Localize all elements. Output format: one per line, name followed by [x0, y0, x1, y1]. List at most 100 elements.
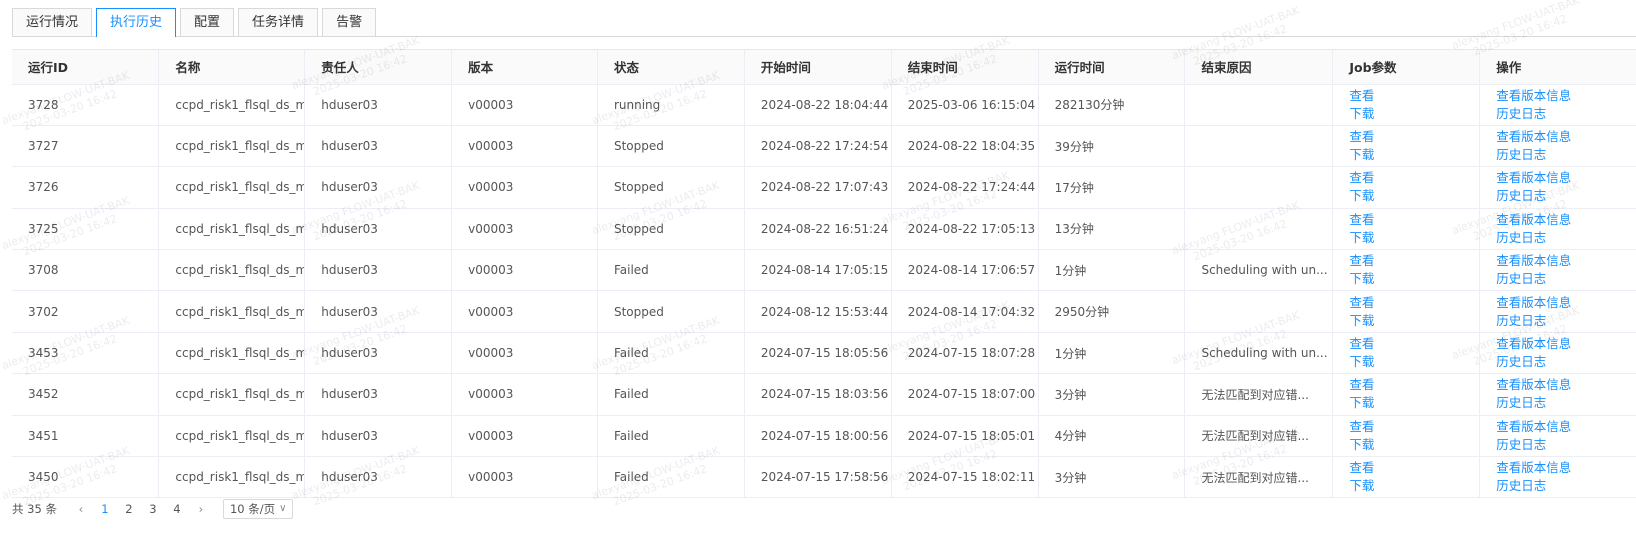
history-log-link[interactable]: 历史日志 [1496, 477, 1636, 495]
view-version-info-link[interactable]: 查看版本信息 [1496, 294, 1636, 312]
view-params-link[interactable]: 查看 [1349, 169, 1478, 187]
cell-reason: 无法匹配到对应错... [1184, 373, 1334, 416]
view-params-link[interactable]: 查看 [1349, 294, 1478, 312]
download-params-link[interactable]: 下载 [1349, 270, 1478, 288]
page-1[interactable]: 1 [93, 502, 117, 516]
cell-id: 3728 [12, 84, 160, 126]
history-log-link[interactable]: 历史日志 [1496, 146, 1636, 164]
page-size-label: 10 条/页 [229, 502, 276, 516]
cell-name: ccpd_risk1_flsql_ds_mds_afs_var_cnt [158, 125, 306, 168]
cell-status: Failed [597, 332, 745, 375]
cell-operations: 查看版本信息 历史日志 [1479, 208, 1636, 251]
cell-end: 2025-03-06 16:15:04 [891, 84, 1039, 126]
download-params-link[interactable]: 下载 [1349, 312, 1478, 330]
view-version-info-link[interactable]: 查看版本信息 [1496, 335, 1636, 353]
view-params-link[interactable]: 查看 [1349, 252, 1478, 270]
cell-start: 2024-07-15 18:03:56 [744, 373, 892, 416]
page-2[interactable]: 2 [117, 502, 141, 516]
download-params-link[interactable]: 下载 [1349, 353, 1478, 371]
cell-job-params: 查看 下载 [1332, 332, 1481, 375]
chevron-right-icon[interactable]: › [189, 502, 213, 516]
table-header-row: 运行ID 名称 责任人 版本 状态 开始时间 结束时间 运行时间 结束原因 Job参数 操作 [12, 50, 1636, 85]
tab-2[interactable]: 配置 [180, 8, 235, 36]
cell-operations: 查看版本信息 历史日志 [1479, 125, 1636, 168]
total-count: 共 35 条 [12, 502, 57, 516]
view-params-link[interactable]: 查看 [1349, 128, 1478, 146]
history-log-link[interactable]: 历史日志 [1496, 229, 1636, 247]
page-3[interactable]: 3 [141, 502, 165, 516]
view-version-info-link[interactable]: 查看版本信息 [1496, 128, 1636, 146]
cell-name: ccpd_risk1_flsql_ds_mds_afs_var_cnt [158, 332, 306, 375]
cell-job-params: 查看 下载 [1332, 373, 1481, 416]
tab-1[interactable]: 执行历史 [96, 8, 177, 37]
cell-reason: 无法匹配到对应错... [1184, 456, 1334, 499]
cell-status: running [597, 84, 745, 126]
download-params-link[interactable]: 下载 [1349, 477, 1478, 495]
view-version-info-link[interactable]: 查看版本信息 [1496, 211, 1636, 229]
page-size-select[interactable]: 10 条/页 ∨ [222, 499, 294, 519]
download-params-link[interactable]: 下载 [1349, 394, 1478, 412]
cell-job-params: 查看 下载 [1332, 166, 1481, 209]
download-params-link[interactable]: 下载 [1349, 229, 1478, 247]
history-log-link[interactable]: 历史日志 [1496, 312, 1636, 330]
cell-end: 2024-08-14 17:06:57 [891, 249, 1039, 292]
tab-4[interactable]: 告警 [322, 8, 377, 36]
cell-owner: hduser03 [304, 456, 453, 499]
table-row: 3452ccpd_risk1_flsql_ds_mds_afs_var_cnth… [12, 373, 1636, 416]
chevron-left-icon[interactable]: ‹ [69, 502, 93, 516]
view-version-info-link[interactable]: 查看版本信息 [1496, 252, 1636, 270]
download-params-link[interactable]: 下载 [1349, 436, 1478, 454]
cell-end: 2024-07-15 18:02:11 [891, 456, 1039, 499]
cell-reason [1184, 84, 1334, 126]
view-version-info-link[interactable]: 查看版本信息 [1496, 169, 1636, 187]
cell-id: 3452 [12, 373, 160, 416]
download-params-link[interactable]: 下载 [1349, 146, 1478, 164]
cell-start: 2024-08-22 16:51:24 [744, 208, 892, 251]
cell-operations: 查看版本信息 历史日志 [1479, 166, 1636, 209]
history-log-link[interactable]: 历史日志 [1496, 187, 1636, 205]
view-params-link[interactable]: 查看 [1349, 376, 1478, 394]
page-4[interactable]: 4 [165, 502, 189, 516]
cell-version: v00003 [451, 332, 598, 375]
cell-name: ccpd_risk1_flsql_ds_mds_afs_var_cnt [158, 456, 306, 499]
cell-status: Stopped [597, 125, 745, 168]
cell-duration: 17分钟 [1038, 166, 1186, 209]
view-version-info-link[interactable]: 查看版本信息 [1496, 376, 1636, 394]
tab-3[interactable]: 任务详情 [238, 8, 319, 36]
history-log-link[interactable]: 历史日志 [1496, 353, 1636, 371]
download-params-link[interactable]: 下载 [1349, 187, 1478, 205]
view-params-link[interactable]: 查看 [1349, 335, 1478, 353]
cell-start: 2024-08-22 18:04:44 [744, 84, 892, 126]
tab-0[interactable]: 运行情况 [12, 8, 93, 36]
view-version-info-link[interactable]: 查看版本信息 [1496, 418, 1636, 436]
table-row: 3702ccpd_risk1_flsql_ds_mds_afs_var_cnth… [12, 290, 1636, 333]
cell-id: 3727 [12, 125, 160, 168]
view-params-link[interactable]: 查看 [1349, 211, 1478, 229]
cell-owner: hduser03 [304, 290, 453, 333]
cell-duration: 282130分钟 [1038, 84, 1186, 126]
cell-name: ccpd_risk1_flsql_ds_mds_afs_var_cnt [158, 84, 306, 126]
cell-id: 3725 [12, 208, 160, 251]
view-params-link[interactable]: 查看 [1349, 418, 1478, 436]
download-params-link[interactable]: 下载 [1349, 105, 1478, 123]
cell-operations: 查看版本信息 历史日志 [1479, 415, 1636, 458]
history-log-link[interactable]: 历史日志 [1496, 105, 1636, 123]
history-log-link[interactable]: 历史日志 [1496, 394, 1636, 412]
cell-operations: 查看版本信息 历史日志 [1479, 373, 1636, 416]
table-row: 3708ccpd_risk1_flsql_ds_mds_afs_var_cnth… [12, 249, 1636, 292]
view-version-info-link[interactable]: 查看版本信息 [1496, 459, 1636, 477]
chevron-down-icon: ∨ [279, 503, 287, 514]
history-log-link[interactable]: 历史日志 [1496, 270, 1636, 288]
table-row: 3451ccpd_risk1_flsql_ds_mds_afs_var_cnth… [12, 415, 1636, 458]
page-list: 1234 [93, 502, 189, 516]
column-header-10: 操作 [1479, 50, 1636, 85]
view-version-info-link[interactable]: 查看版本信息 [1496, 87, 1636, 105]
column-header-3: 版本 [451, 50, 598, 85]
history-log-link[interactable]: 历史日志 [1496, 436, 1636, 454]
cell-status: Stopped [597, 290, 745, 333]
view-params-link[interactable]: 查看 [1349, 459, 1478, 477]
cell-status: Failed [597, 373, 745, 416]
cell-duration: 1分钟 [1038, 332, 1186, 375]
column-header-8: 结束原因 [1184, 50, 1334, 85]
view-params-link[interactable]: 查看 [1349, 87, 1478, 105]
